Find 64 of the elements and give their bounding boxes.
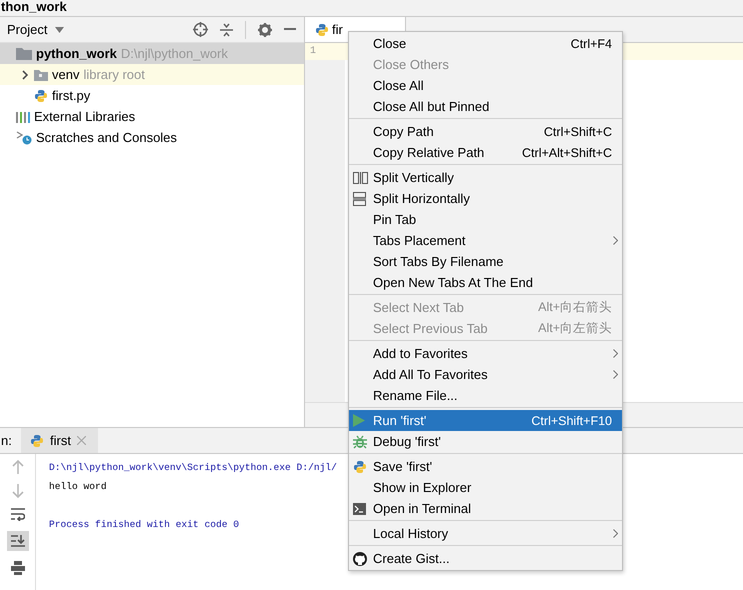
minimize-icon[interactable] [284, 28, 296, 31]
run-tab[interactable]: first [21, 428, 98, 453]
chevron-icon[interactable] [21, 70, 29, 80]
tree-item[interactable]: python_work [36, 46, 117, 61]
menu-item[interactable]: Rename File... [349, 385, 622, 406]
menu-item[interactable]: Split Vertically [349, 167, 622, 188]
shortcut-label: Alt+向右箭头 [538, 299, 612, 316]
window-title: thon_work [1, 0, 67, 14]
project-view-dropdown[interactable]: Project [0, 22, 64, 37]
tree-item-hint: D:\njl\python_work [120, 46, 228, 61]
soft-wrap-icon[interactable] [10, 508, 24, 521]
print-icon[interactable] [10, 561, 24, 575]
python-file-icon [34, 88, 48, 102]
scroll-to-end-icon[interactable] [6, 531, 28, 551]
menu-item[interactable]: Local History [349, 523, 622, 544]
console-line: hello word [49, 480, 108, 494]
bug-icon [353, 434, 367, 448]
menu-item[interactable]: Sort Tabs By Filename [349, 251, 622, 272]
shortcut-label: Ctrl+Shift+F10 [531, 414, 612, 428]
menu-item[interactable]: Open in Terminal [349, 498, 622, 519]
tree-item[interactable]: first.py [52, 88, 90, 103]
caret-icon [55, 26, 64, 32]
python-icon [353, 460, 367, 474]
menu-item[interactable]: Debug 'first' [349, 431, 622, 452]
panel-label: n: [1, 433, 13, 448]
menu-item[interactable]: Add to Favorites [349, 343, 622, 364]
line-number: 1 [305, 43, 345, 60]
menu-item[interactable]: Create Gist... [349, 548, 622, 569]
folder-icon [16, 47, 32, 60]
folder-icon [34, 68, 48, 80]
menu-item[interactable]: Copy Relative Path Ctrl+Alt+Shift+C [349, 142, 622, 163]
locate-icon[interactable] [193, 22, 208, 37]
menu-item[interactable]: Show in Explorer [349, 477, 622, 498]
shortcut-label: Alt+向左箭头 [538, 320, 612, 337]
menu-item[interactable]: Close All [349, 75, 622, 96]
tree-item[interactable]: venv [52, 67, 80, 82]
menu-item[interactable]: Copy Path Ctrl+Shift+C [349, 121, 622, 142]
run-icon [353, 414, 365, 427]
settings-icon[interactable] [258, 22, 272, 36]
menu-item[interactable]: Add All To Favorites [349, 364, 622, 385]
console-line: Process finished with exit code 0 [49, 518, 240, 532]
tree-item[interactable]: Scratches and Consoles [36, 130, 177, 145]
shortcut-label: Ctrl+F4 [570, 36, 612, 50]
shortcut-label: Ctrl+Alt+Shift+C [522, 146, 612, 160]
menu-item[interactable]: Split Horizontally [349, 188, 622, 209]
scratches-icon [16, 130, 32, 144]
console-line: D:\njl\python_work\venv\Scripts\python.exe D:/njl/ [49, 461, 337, 475]
libraries-icon [16, 110, 30, 122]
menu-item[interactable]: Save 'first' [349, 456, 622, 477]
menu-item[interactable]: Pin Tab [349, 209, 622, 230]
menu-item[interactable]: Tabs Placement [349, 230, 622, 251]
split-vertical-icon [353, 172, 368, 184]
shortcut-label: Ctrl+Shift+C [544, 124, 612, 138]
tree-item-hint: library root [83, 67, 145, 82]
github-icon [353, 552, 367, 566]
tree-item[interactable]: External Libraries [34, 109, 136, 124]
split-horizontal-icon [353, 192, 366, 206]
menu-item[interactable]: Close All but Pinned [349, 96, 622, 117]
terminal-icon [353, 502, 366, 514]
menu-item[interactable]: Run 'first' Ctrl+Shift+F10 [349, 410, 622, 431]
menu-item[interactable]: Open New Tabs At The End [349, 272, 622, 293]
python-file-icon [315, 22, 329, 36]
collapse-icon[interactable] [220, 22, 233, 36]
python-icon [30, 434, 44, 448]
